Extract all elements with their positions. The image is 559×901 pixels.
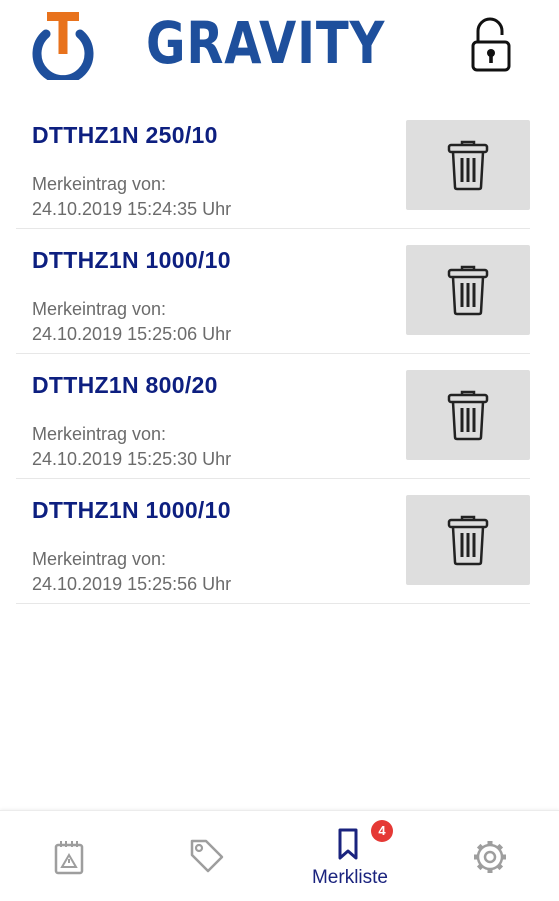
trash-can-icon (447, 390, 489, 441)
tag-icon (190, 839, 224, 873)
item-title: DTTHZ1N 800/20 (32, 372, 218, 398)
list-item[interactable]: DTTHZ1N 1000/10 Merkeintrag von: 24.10.2… (16, 479, 530, 604)
bookmark-list: DTTHZ1N 250/10 Merkeintrag von: 24.10.20… (16, 104, 530, 604)
trash-can-icon (447, 265, 489, 316)
item-title: DTTHZ1N 1000/10 (32, 247, 231, 273)
nav-item-tags[interactable] (140, 811, 280, 901)
meta-timestamp: 24.10.2019 15:25:56 Uhr (32, 574, 232, 594)
item-meta: Merkeintrag von: 24.10.2019 15:25:30 Uhr (32, 422, 231, 472)
nav-item-settings[interactable] (420, 811, 559, 901)
bottom-navigation: 4 Merkliste (0, 810, 559, 901)
delete-button[interactable] (406, 495, 530, 585)
meta-label: Merkeintrag von: (32, 299, 167, 319)
item-title: DTTHZ1N 250/10 (32, 122, 218, 148)
unlocked-padlock-icon (471, 17, 511, 72)
merkliste-badge: 4 (371, 820, 393, 842)
item-meta: Merkeintrag von: 24.10.2019 15:24:35 Uhr (32, 172, 231, 222)
delete-button[interactable] (406, 120, 530, 210)
nav-label-merkliste: Merkliste (311, 867, 388, 888)
lock-button[interactable] (466, 16, 516, 72)
app-header: GRAVITY (0, 0, 559, 104)
bookmark-icon (338, 828, 358, 860)
gravity-logo-icon (32, 12, 94, 80)
meta-timestamp: 24.10.2019 15:25:30 Uhr (32, 449, 232, 469)
delete-button[interactable] (406, 370, 530, 460)
meta-label: Merkeintrag von: (32, 424, 167, 444)
brand-wordmark: GRAVITY (146, 9, 386, 77)
trash-can-icon (447, 515, 489, 566)
trash-can-icon (447, 140, 489, 191)
delete-button[interactable] (406, 245, 530, 335)
item-meta: Merkeintrag von: 24.10.2019 15:25:56 Uhr (32, 547, 231, 597)
gear-icon (474, 841, 506, 873)
nav-item-merkliste[interactable]: 4 Merkliste (280, 811, 420, 901)
list-item[interactable]: DTTHZ1N 800/20 Merkeintrag von: 24.10.20… (16, 354, 530, 479)
list-item[interactable]: DTTHZ1N 1000/10 Merkeintrag von: 24.10.2… (16, 229, 530, 354)
product-box-icon (54, 841, 84, 875)
meta-label: Merkeintrag von: (32, 549, 167, 569)
item-meta: Merkeintrag von: 24.10.2019 15:25:06 Uhr (32, 297, 231, 347)
meta-timestamp: 24.10.2019 15:24:35 Uhr (32, 199, 232, 219)
nav-item-products[interactable] (0, 811, 140, 901)
meta-timestamp: 24.10.2019 15:25:06 Uhr (32, 324, 232, 344)
meta-label: Merkeintrag von: (32, 174, 167, 194)
list-item[interactable]: DTTHZ1N 250/10 Merkeintrag von: 24.10.20… (16, 104, 530, 229)
item-title: DTTHZ1N 1000/10 (32, 497, 231, 523)
